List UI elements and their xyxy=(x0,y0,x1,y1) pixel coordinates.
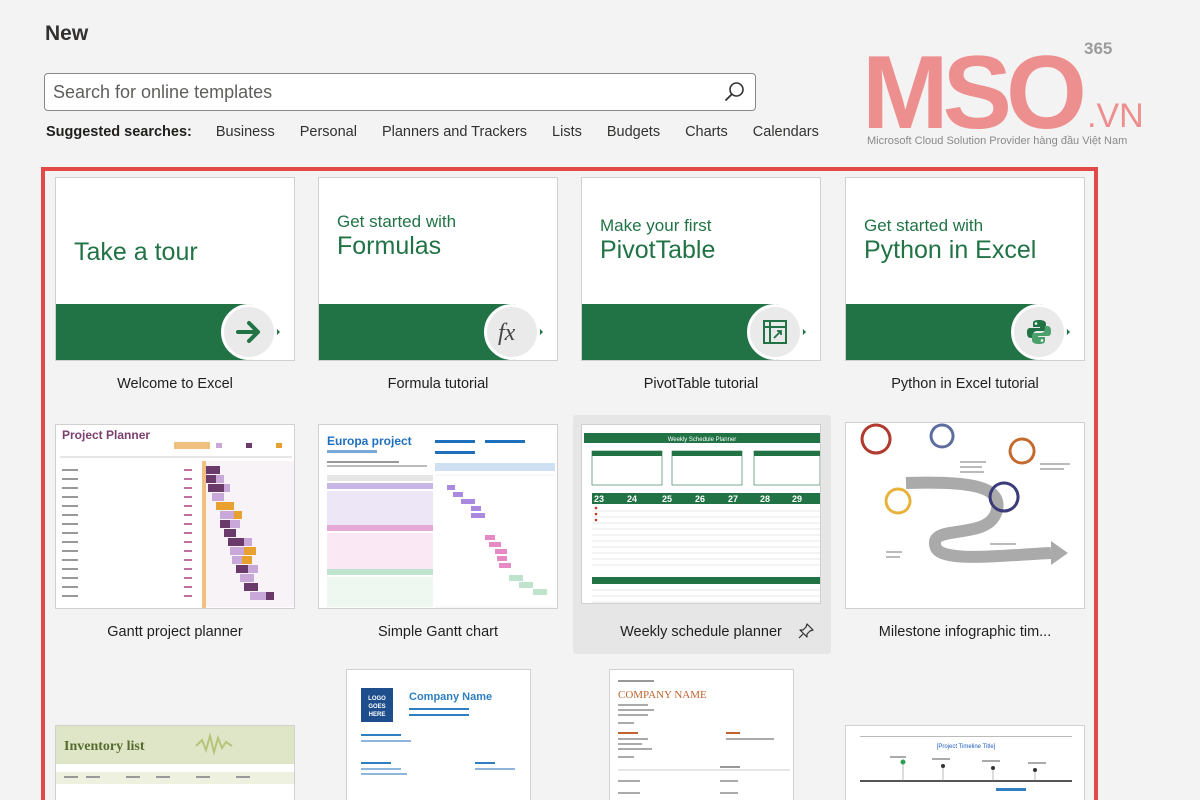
svg-text:25: 25 xyxy=(662,494,672,504)
template-thumbnail: Get started with Formulas fx xyxy=(318,177,558,361)
svg-text:29: 29 xyxy=(792,494,802,504)
svg-text:23: 23 xyxy=(594,494,604,504)
template-thumbnail: Project Planner xyxy=(55,424,295,609)
thumb-heading: Weekly Schedule Planner xyxy=(668,437,737,443)
template-thumbnail: LOGO GOES HERE Company Name xyxy=(346,669,531,800)
thumb-heading: Project Planner xyxy=(62,428,150,442)
template-thumbnail: Europa project xyxy=(318,424,558,609)
search-input[interactable] xyxy=(45,74,715,110)
tile-subheading: Get started with xyxy=(864,216,984,235)
suggested-searches: Suggested searches: Business Personal Pl… xyxy=(46,124,844,140)
arrow-right-icon xyxy=(221,304,277,360)
thumb-heading: Inventory list xyxy=(64,739,145,754)
suggested-search-lists[interactable]: Lists xyxy=(552,124,582,140)
template-thumbnail: Inventory list xyxy=(55,725,295,800)
suggested-searches-label: Suggested searches: xyxy=(46,124,192,140)
logo-tagline: Microsoft Cloud Solution Provider hàng đ… xyxy=(867,135,1128,147)
svg-text:28: 28 xyxy=(760,494,770,504)
template-caption: Weekly schedule planner xyxy=(620,624,782,640)
svg-text:GOES: GOES xyxy=(368,704,385,710)
template-caption: Python in Excel tutorial xyxy=(891,376,1039,392)
suggested-search-personal[interactable]: Personal xyxy=(300,124,357,140)
template-caption: PivotTable tutorial xyxy=(643,376,759,392)
fx-icon: fx xyxy=(484,304,540,360)
thumb-heading: COMPANY NAME xyxy=(618,689,707,701)
pivottable-icon xyxy=(747,304,803,360)
template-thumbnail: Take a tour xyxy=(55,177,295,361)
mso-logo: MSO .VN 365 Microsoft Cloud Solution Pro… xyxy=(862,35,1152,152)
svg-text:LOGO: LOGO xyxy=(368,696,386,702)
svg-text:24: 24 xyxy=(627,494,637,504)
thumb-heading: Company Name xyxy=(409,691,492,703)
template-thumbnail: Weekly Schedule Planner 23 24 25 26 27 28 29 xyxy=(581,424,821,604)
template-thumbnail: COMPANY NAME xyxy=(609,669,794,800)
svg-text:MSO: MSO xyxy=(862,36,1083,136)
python-icon xyxy=(1011,304,1067,360)
svg-text:27: 27 xyxy=(728,494,738,504)
tile-heading: PivotTable xyxy=(600,236,716,264)
page-title: New xyxy=(45,22,89,45)
svg-text:.VN: .VN xyxy=(1087,97,1144,135)
template-thumbnail xyxy=(845,422,1085,609)
tile-heading: Python in Excel xyxy=(864,236,1037,264)
suggested-search-business[interactable]: Business xyxy=(216,124,275,140)
svg-text:HERE: HERE xyxy=(369,712,386,718)
tile-heading: Take a tour xyxy=(74,238,198,266)
search-box[interactable] xyxy=(44,73,756,111)
tile-heading: Formulas xyxy=(337,232,442,260)
suggested-search-calendars[interactable]: Calendars xyxy=(753,124,819,140)
suggested-search-charts[interactable]: Charts xyxy=(685,124,728,140)
search-icon[interactable] xyxy=(723,80,747,104)
suggested-search-budgets[interactable]: Budgets xyxy=(607,124,660,140)
svg-text:26: 26 xyxy=(695,494,705,504)
svg-text:fx: fx xyxy=(498,320,516,346)
template-thumbnail: [Project Timeline Title] xyxy=(845,725,1085,800)
thumb-heading: [Project Timeline Title] xyxy=(937,744,996,750)
tile-subheading: Make your first xyxy=(600,216,712,235)
template-caption: Gantt project planner xyxy=(107,624,243,640)
template-thumbnail: Make your first PivotTable xyxy=(581,177,821,361)
template-caption: Simple Gantt chart xyxy=(377,624,499,640)
template-thumbnail: Get started with Python in Excel xyxy=(845,177,1085,361)
suggested-search-planners-trackers[interactable]: Planners and Trackers xyxy=(382,124,527,140)
tile-subheading: Get started with xyxy=(337,212,457,231)
template-caption: Milestone infographic tim... xyxy=(878,624,1052,640)
thumb-heading: Europa project xyxy=(327,434,412,448)
template-caption: Formula tutorial xyxy=(387,376,489,392)
svg-text:365: 365 xyxy=(1084,39,1112,58)
pin-icon[interactable] xyxy=(797,622,815,645)
template-caption: Welcome to Excel xyxy=(117,376,233,392)
